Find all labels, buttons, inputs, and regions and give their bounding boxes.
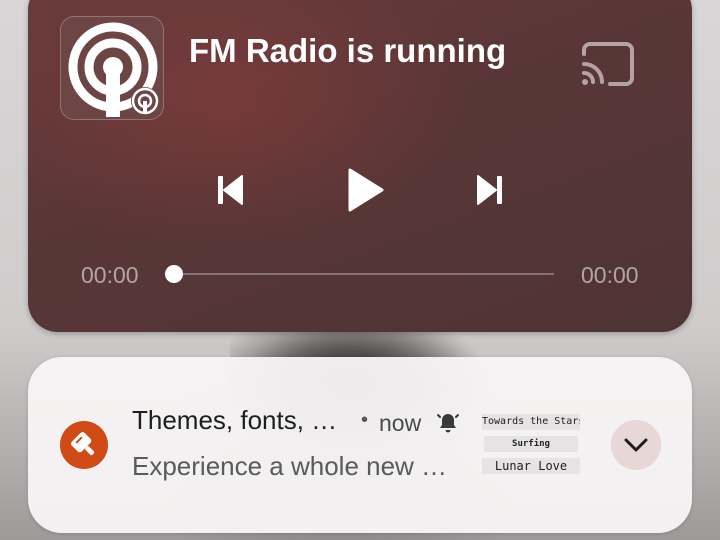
brush-icon [71, 432, 95, 456]
separator-dot: • [361, 409, 369, 431]
skip-next-icon [477, 175, 502, 205]
next-button[interactable] [466, 166, 514, 214]
play-icon [348, 168, 384, 212]
media-title: FM Radio is running [189, 32, 507, 69]
preview-line: Lunar Love [482, 458, 580, 474]
skip-previous-icon [218, 175, 243, 205]
cast-icon [582, 42, 634, 86]
app-icon [60, 421, 108, 469]
duration-time: 00:00 [581, 262, 639, 288]
play-button[interactable] [336, 162, 392, 218]
elapsed-time: 00:00 [81, 262, 139, 288]
cast-button[interactable] [580, 40, 636, 90]
notification-preview-image: Towards the Stars Surfing Lunar Love [482, 413, 580, 477]
preview-line: Towards the Stars [482, 414, 580, 430]
expand-button[interactable] [611, 420, 661, 470]
notification-time: now [379, 410, 422, 436]
notification-title: Themes, fonts, … [132, 405, 338, 435]
podcast-icon [68, 22, 159, 117]
notification-body: Experience a whole new … [132, 451, 448, 481]
progress-thumb[interactable] [165, 265, 183, 283]
album-art [60, 16, 164, 120]
previous-button[interactable] [206, 166, 254, 214]
notification-card[interactable]: Themes, fonts, … • now Experience a whol… [28, 357, 692, 533]
media-player-card[interactable]: FM Radio is running 00:00 00:00 [28, 0, 692, 332]
bell-icon [436, 411, 460, 435]
progress-track[interactable] [174, 273, 554, 275]
preview-line: Surfing [484, 436, 578, 452]
chevron-down-icon [624, 438, 648, 452]
